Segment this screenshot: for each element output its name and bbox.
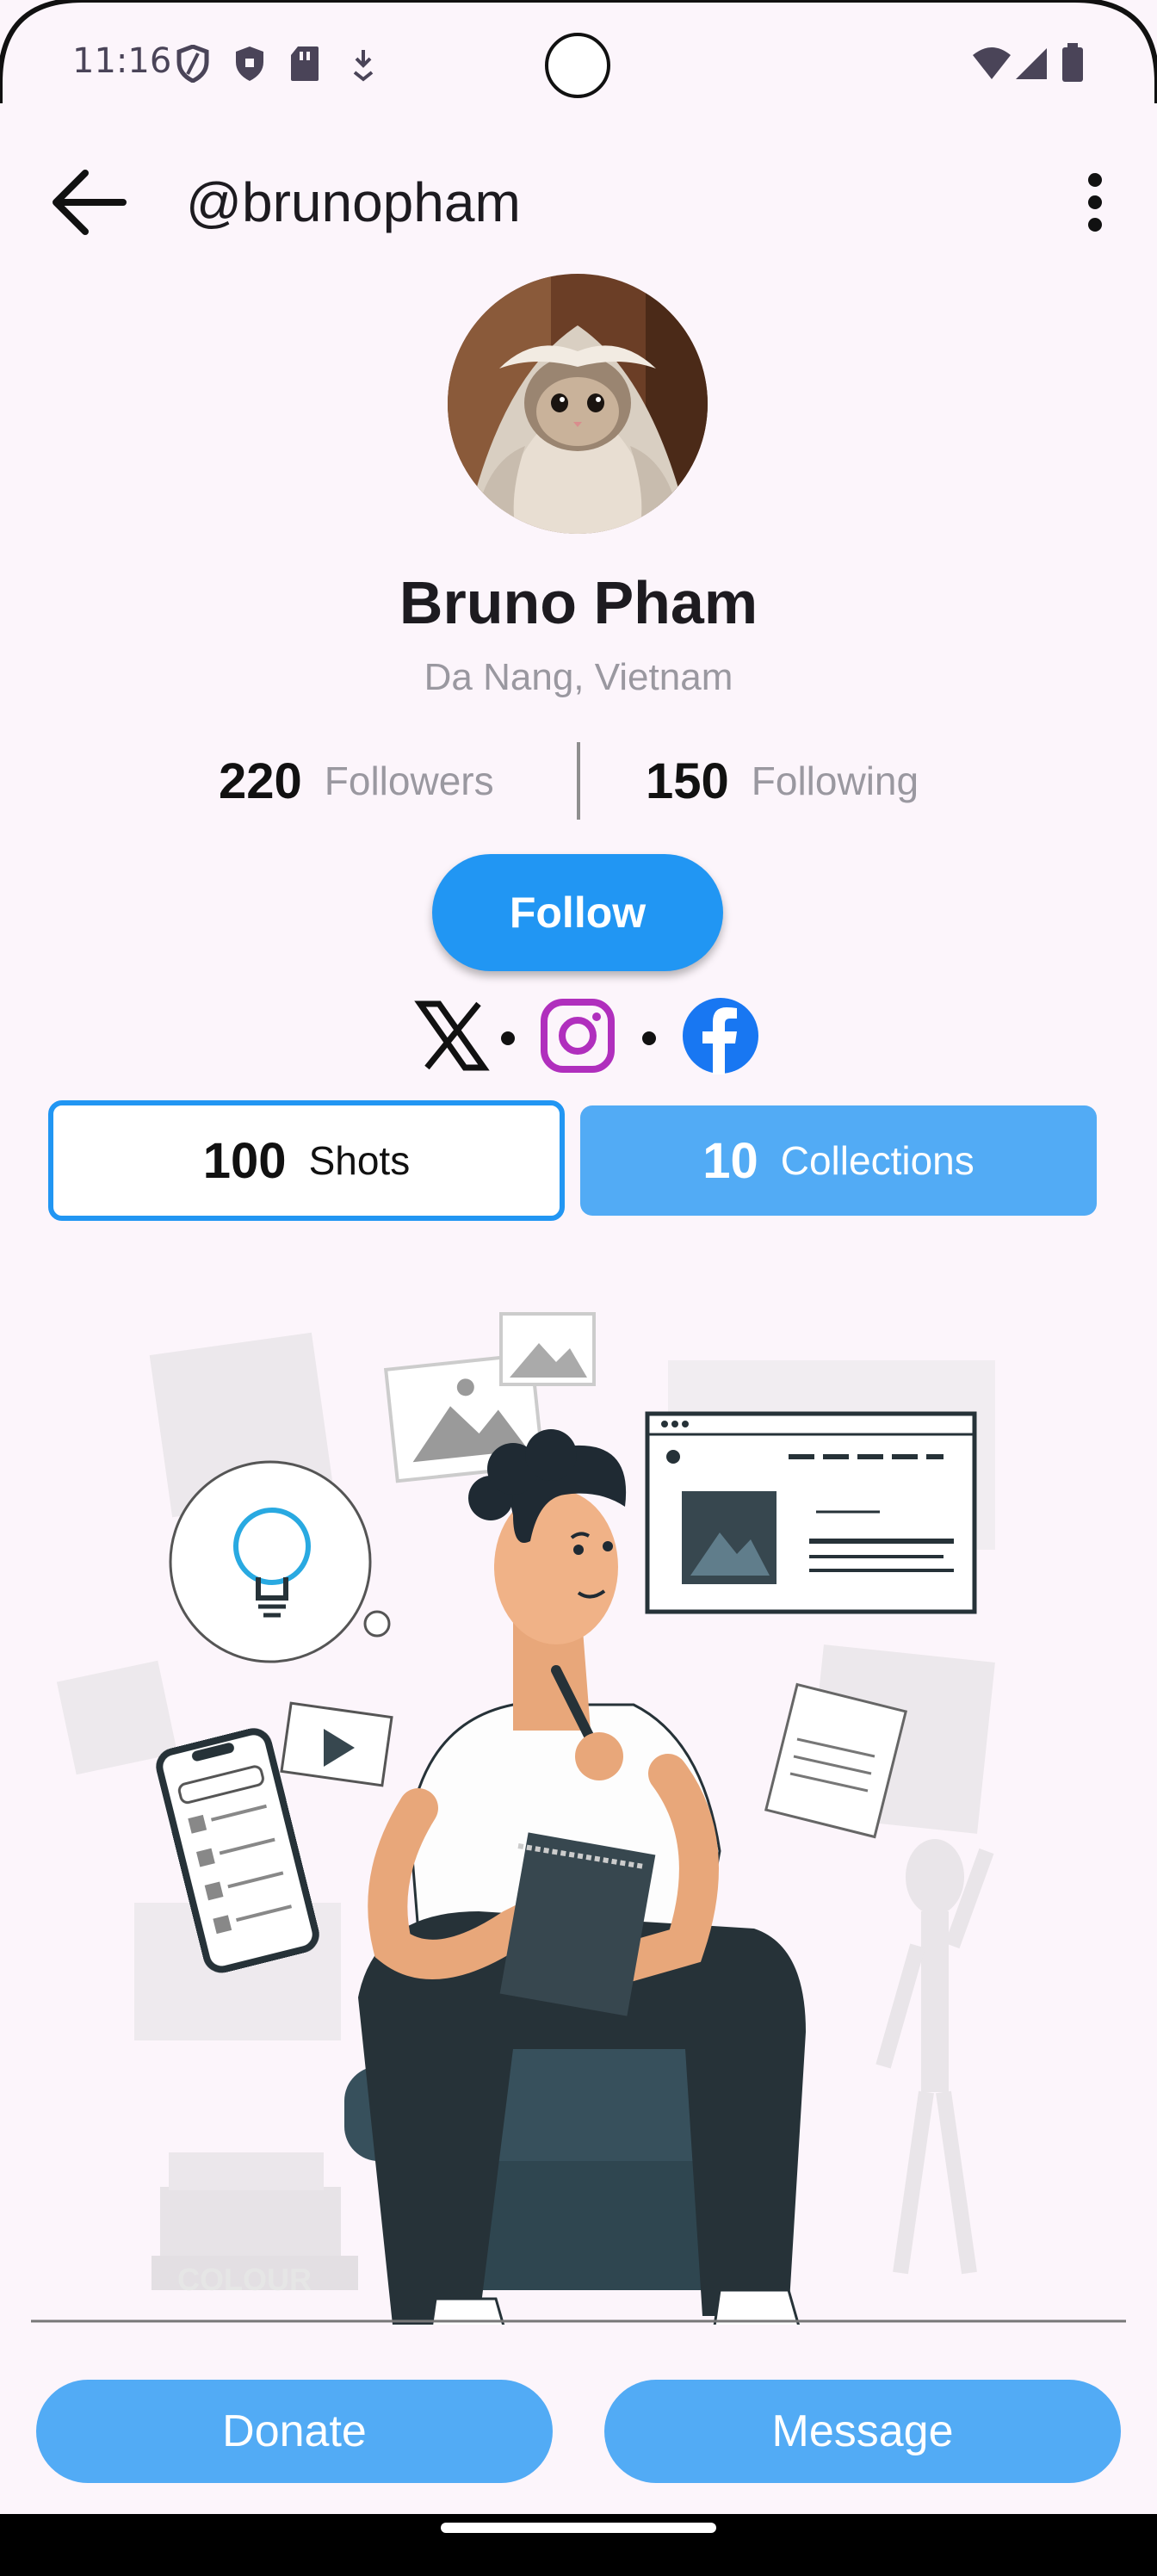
- cellular-icon: [1016, 48, 1047, 79]
- download-icon: [353, 50, 374, 82]
- avatar-cat-image: [448, 274, 708, 534]
- tab-shots[interactable]: 100 Shots: [48, 1100, 565, 1221]
- collections-label: Collections: [780, 1138, 974, 1183]
- illustration-book-text: COLOUR: [177, 2262, 312, 2297]
- donate-button[interactable]: Donate: [36, 2380, 553, 2483]
- wifi-icon: [973, 47, 1011, 79]
- home-gesture-handle[interactable]: [441, 2523, 716, 2533]
- message-button[interactable]: Message: [604, 2380, 1121, 2483]
- arrow-back-icon: [53, 170, 127, 235]
- battery-icon: [1062, 43, 1083, 82]
- sd-card-icon: [291, 46, 319, 81]
- profile-location: Da Nang, Vietnam: [424, 656, 733, 698]
- separator-dot: [642, 1031, 656, 1045]
- profile-avatar[interactable]: [448, 274, 708, 534]
- following-stat[interactable]: 150 Following: [646, 742, 919, 820]
- back-button[interactable]: [41, 155, 136, 250]
- tab-collections[interactable]: 10 Collections: [580, 1105, 1097, 1216]
- more-vert-icon: [1088, 173, 1102, 232]
- x-icon[interactable]: [413, 997, 491, 1074]
- more-options-button[interactable]: [1054, 155, 1136, 250]
- status-bar: 11:16: [0, 0, 1157, 129]
- follow-button[interactable]: Follow: [432, 854, 723, 971]
- status-time: 11:16: [72, 41, 172, 81]
- collections-count: 10: [702, 1132, 758, 1189]
- stats-divider: [577, 742, 580, 820]
- separator-dot: [501, 1031, 515, 1045]
- following-count: 150: [646, 752, 729, 809]
- followers-stat[interactable]: 220 Followers: [219, 742, 494, 820]
- instagram-icon[interactable]: [539, 997, 616, 1074]
- facebook-icon[interactable]: [682, 997, 759, 1074]
- following-label: Following: [751, 759, 919, 803]
- app-bar: @brunopham: [0, 155, 1157, 250]
- empty-state-illustration: COLOUR: [31, 1312, 1126, 2325]
- profile-screen: 11:16 @brunopham Bruno Pham Da Nang, Vie…: [0, 0, 1157, 2576]
- profile-stats: 220 Followers 150 Following: [0, 742, 1157, 820]
- vpn-shield-icon: [176, 45, 209, 83]
- front-camera: [545, 33, 610, 98]
- shots-label: Shots: [308, 1138, 411, 1183]
- profile-handle: @brunopham: [186, 171, 521, 233]
- social-links: [0, 997, 1157, 1080]
- followers-count: 220: [219, 752, 302, 809]
- shield-icon: [236, 46, 263, 81]
- profile-name: Bruno Pham: [399, 569, 758, 636]
- shots-count: 100: [202, 1132, 287, 1189]
- followers-label: Followers: [324, 759, 494, 803]
